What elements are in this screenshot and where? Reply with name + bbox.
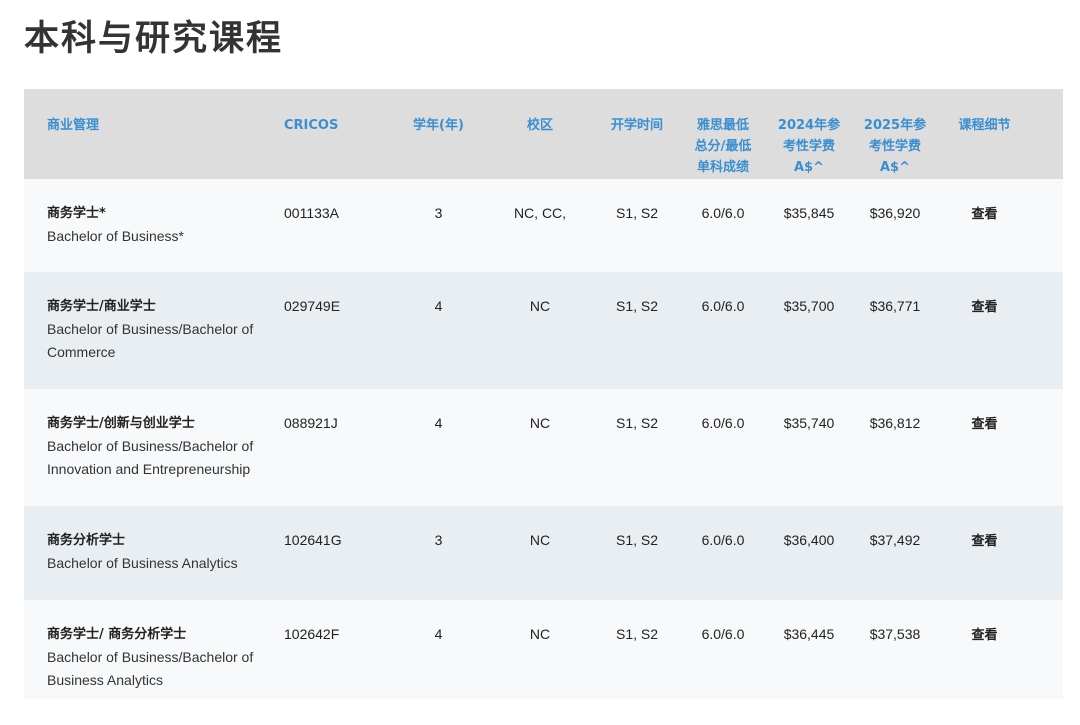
header-fee-2024: 2024年参 考性学费 A$^ — [766, 89, 852, 179]
table-row: 商务学士* Bachelor of Business* 001133A 3 NC… — [24, 179, 1063, 272]
program-name-en: Bachelor of Business* — [47, 228, 184, 244]
program-name-en: Bachelor of Business/Bachelor of Busines… — [47, 649, 254, 688]
header-ielts-line2: 总分/最低 — [694, 139, 752, 154]
intake-cell: S1, S2 — [594, 272, 680, 389]
program-name-cell: 商务学士/商业学士 Bachelor of Business/Bachelor … — [24, 272, 276, 389]
fee-2025-cell: $37,538 — [852, 600, 938, 699]
header-cricos: CRICOS — [276, 89, 391, 179]
program-name-cell: 商务分析学士 Bachelor of Business Analytics — [24, 506, 276, 600]
intake-cell: S1, S2 — [594, 506, 680, 600]
years-cell: 4 — [391, 272, 486, 389]
years-cell: 3 — [391, 179, 486, 272]
fee-2025-cell: $36,920 — [852, 179, 938, 272]
header-fee-2024-line3: A$^ — [794, 160, 824, 175]
header-program-name: 商业管理 — [24, 89, 276, 179]
fee-2024-cell: $36,400 — [766, 506, 852, 600]
header-fee-2024-line1: 2024年参 — [777, 118, 841, 133]
program-name-en: Bachelor of Business Analytics — [47, 555, 238, 571]
table-row: 商务学士/商业学士 Bachelor of Business/Bachelor … — [24, 272, 1063, 389]
table-row: 商务学士/创新与创业学士 Bachelor of Business/Bachel… — [24, 389, 1063, 506]
header-ielts-line1: 雅思最低 — [696, 118, 749, 133]
header-years: 学年(年) — [391, 89, 486, 179]
intake-cell: S1, S2 — [594, 600, 680, 699]
header-fee-2025-line1: 2025年参 — [863, 118, 927, 133]
table-row: 商务学士/ 商务分析学士 Bachelor of Business/Bachel… — [24, 600, 1063, 699]
fee-2024-cell: $35,700 — [766, 272, 852, 389]
campus-cell: NC, CC, — [486, 179, 594, 272]
campus-cell: NC — [486, 600, 594, 699]
table-row: 商务分析学士 Bachelor of Business Analytics 10… — [24, 506, 1063, 600]
details-cell: 查看 — [938, 389, 1063, 506]
fee-2025-cell: $36,771 — [852, 272, 938, 389]
program-name-cell: 商务学士/创新与创业学士 Bachelor of Business/Bachel… — [24, 389, 276, 506]
years-cell: 4 — [391, 600, 486, 699]
ielts-cell: 6.0/6.0 — [680, 272, 766, 389]
years-cell: 4 — [391, 389, 486, 506]
details-cell: 查看 — [938, 506, 1063, 600]
intake-cell: S1, S2 — [594, 179, 680, 272]
program-name-cn: 商务学士/创新与创业学士 — [47, 416, 195, 431]
program-name-cn: 商务分析学士 — [47, 533, 126, 548]
fee-2025-cell: $37,492 — [852, 506, 938, 600]
header-ielts: 雅思最低 总分/最低 单科成绩 — [680, 89, 766, 179]
header-fee-2024-line2: 考性学费 — [782, 139, 835, 154]
view-details-link[interactable]: 查看 — [971, 417, 997, 432]
cricos-cell: 029749E — [276, 272, 391, 389]
details-cell: 查看 — [938, 600, 1063, 699]
cricos-cell: 102642F — [276, 600, 391, 699]
ielts-cell: 6.0/6.0 — [680, 600, 766, 699]
header-fee-2025: 2025年参 考性学费 A$^ — [852, 89, 938, 179]
fee-2025-cell: $36,812 — [852, 389, 938, 506]
view-details-link[interactable]: 查看 — [971, 628, 997, 643]
campus-cell: NC — [486, 389, 594, 506]
header-details: 课程细节 — [938, 89, 1063, 179]
page-title: 本科与研究课程 — [24, 19, 284, 59]
view-details-link[interactable]: 查看 — [971, 300, 997, 315]
campus-cell: NC — [486, 272, 594, 389]
intake-cell: S1, S2 — [594, 389, 680, 506]
fee-2024-cell: $35,740 — [766, 389, 852, 506]
cricos-cell: 102641G — [276, 506, 391, 600]
details-cell: 查看 — [938, 179, 1063, 272]
header-fee-2025-line3: A$^ — [880, 160, 910, 175]
program-name-en: Bachelor of Business/Bachelor of Commerc… — [47, 321, 254, 360]
years-cell: 3 — [391, 506, 486, 600]
program-name-cell: 商务学士/ 商务分析学士 Bachelor of Business/Bachel… — [24, 600, 276, 699]
course-table: 商业管理 CRICOS 学年(年) 校区 开学时间 雅思最低 总分/最低 单科成… — [24, 89, 1063, 699]
program-name-cn: 商务学士/商业学士 — [47, 299, 156, 314]
header-intake: 开学时间 — [594, 89, 680, 179]
fee-2024-cell: $36,445 — [766, 600, 852, 699]
campus-cell: NC — [486, 506, 594, 600]
view-details-link[interactable]: 查看 — [971, 534, 997, 549]
cricos-cell: 088921J — [276, 389, 391, 506]
details-cell: 查看 — [938, 272, 1063, 389]
view-details-link[interactable]: 查看 — [971, 207, 997, 222]
program-name-cn: 商务学士* — [47, 206, 106, 221]
program-name-cell: 商务学士* Bachelor of Business* — [24, 179, 276, 272]
ielts-cell: 6.0/6.0 — [680, 389, 766, 506]
program-name-en: Bachelor of Business/Bachelor of Innovat… — [47, 438, 254, 477]
table-header-row: 商业管理 CRICOS 学年(年) 校区 开学时间 雅思最低 总分/最低 单科成… — [24, 89, 1063, 179]
header-fee-2025-line2: 考性学费 — [868, 139, 921, 154]
program-name-cn: 商务学士/ 商务分析学士 — [47, 627, 187, 642]
header-ielts-line3: 单科成绩 — [696, 160, 749, 175]
ielts-cell: 6.0/6.0 — [680, 506, 766, 600]
fee-2024-cell: $35,845 — [766, 179, 852, 272]
ielts-cell: 6.0/6.0 — [680, 179, 766, 272]
header-campus: 校区 — [486, 89, 594, 179]
cricos-cell: 001133A — [276, 179, 391, 272]
